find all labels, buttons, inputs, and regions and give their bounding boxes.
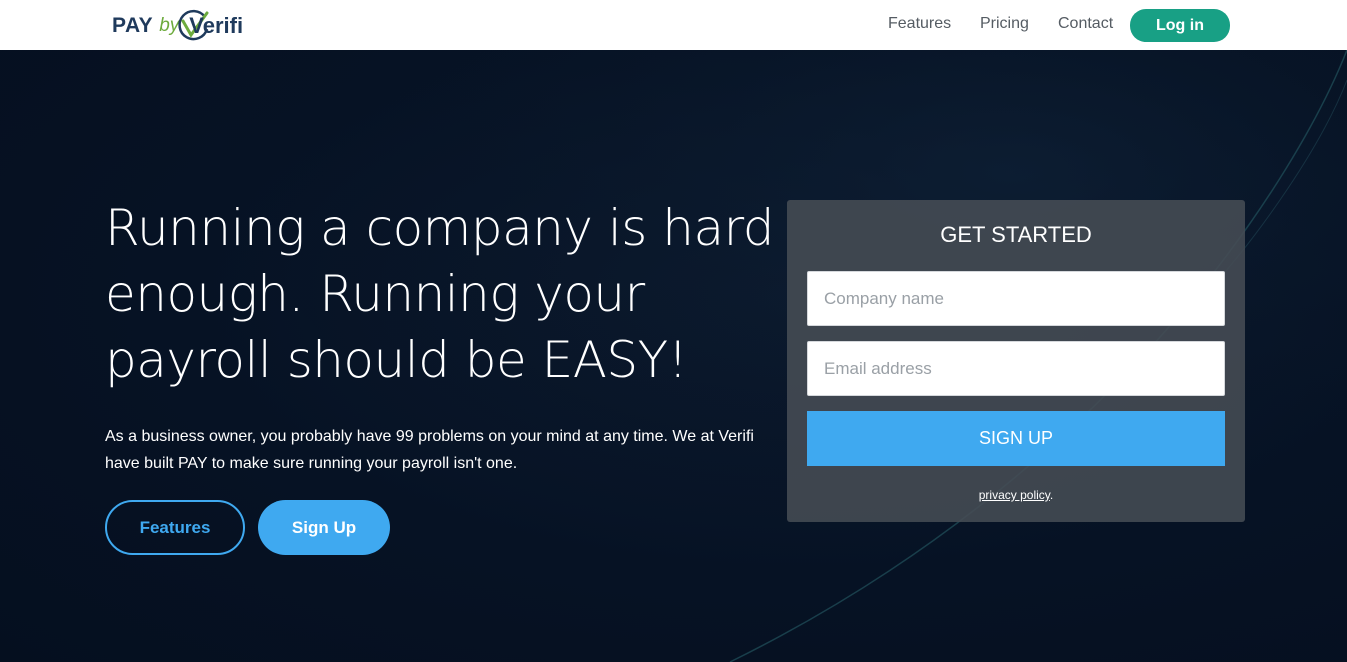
logo-verifi-text: Verifi [189,13,244,38]
logo-by-text: by [159,15,180,36]
privacy-note: privacy policy. [787,488,1245,502]
top-navbar: PAY by Verifi Features Pricing Contact L… [0,0,1347,50]
logo-pay-text: PAY [112,14,154,37]
hero-headline: Running a company is hard enough. Runnin… [105,199,775,389]
form-title: GET STARTED [940,222,1092,247]
privacy-policy-link[interactable]: privacy policy [979,488,1050,502]
privacy-suffix: . [1049,488,1054,502]
features-button[interactable]: Features [105,500,245,555]
email-address-input[interactable] [807,341,1225,396]
nav-contact-link[interactable]: Contact [1058,15,1113,33]
get-started-form: GET STARTED SIGN UP privacy policy. [787,200,1245,522]
login-button[interactable]: Log in [1130,9,1230,42]
nav-pricing-link[interactable]: Pricing [980,15,1029,33]
logo-verifi: Verifi [178,9,244,41]
form-sign-up-button[interactable]: SIGN UP [807,411,1225,466]
sign-up-button[interactable]: Sign Up [258,500,390,555]
pay-by-verifi-logo[interactable]: PAY by Verifi [112,8,243,44]
hero-section: Running a company is hard enough. Runnin… [0,50,1347,662]
company-name-input[interactable] [807,271,1225,326]
hero-subtext: As a business owner, you probably have 9… [105,428,754,472]
nav-features-link[interactable]: Features [888,15,951,33]
